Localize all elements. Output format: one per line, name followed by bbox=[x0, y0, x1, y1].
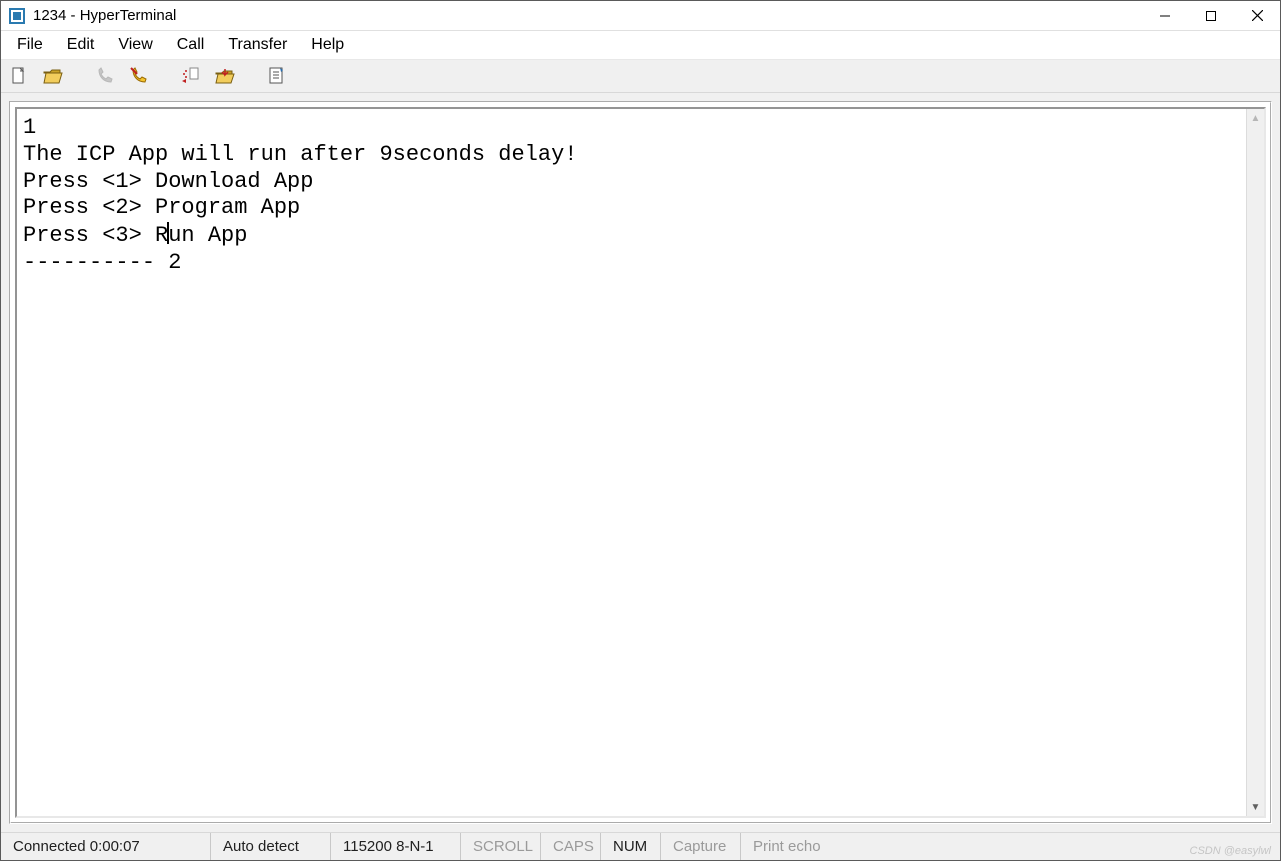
app-icon bbox=[9, 8, 25, 24]
properties-button[interactable] bbox=[265, 64, 289, 88]
status-connected: Connected 0:00:07 bbox=[1, 833, 211, 860]
minimize-button[interactable] bbox=[1142, 1, 1188, 31]
toolbar bbox=[1, 59, 1280, 93]
menu-help[interactable]: Help bbox=[299, 34, 356, 56]
folder-open-icon bbox=[43, 67, 63, 85]
status-print-echo: Print echo bbox=[741, 833, 833, 860]
close-button[interactable] bbox=[1234, 1, 1280, 31]
menubar: File Edit View Call Transfer Help bbox=[1, 31, 1280, 59]
watermark: CSDN @easylwl bbox=[1190, 845, 1271, 857]
scroll-down-arrow[interactable]: ▼ bbox=[1247, 798, 1264, 816]
workspace: 1 The ICP App will run after 9seconds de… bbox=[1, 93, 1280, 832]
disconnect-button[interactable] bbox=[127, 64, 151, 88]
properties-icon bbox=[268, 67, 286, 85]
menu-call[interactable]: Call bbox=[165, 34, 217, 56]
menu-edit[interactable]: Edit bbox=[55, 34, 107, 56]
phone-hangup-icon bbox=[129, 66, 149, 86]
menu-file[interactable]: File bbox=[5, 34, 55, 56]
statusbar: Connected 0:00:07 Auto detect 115200 8-N… bbox=[1, 832, 1280, 860]
new-button[interactable] bbox=[7, 64, 31, 88]
status-caps-lock: CAPS bbox=[541, 833, 601, 860]
send-file-icon bbox=[181, 67, 201, 85]
status-num-lock: NUM bbox=[601, 833, 661, 860]
terminal-output[interactable]: 1 The ICP App will run after 9seconds de… bbox=[17, 109, 1246, 816]
phone-icon bbox=[95, 67, 115, 85]
menu-view[interactable]: View bbox=[106, 34, 164, 56]
terminal-frame: 1 The ICP App will run after 9seconds de… bbox=[9, 101, 1272, 824]
send-button[interactable] bbox=[179, 64, 203, 88]
status-autodetect: Auto detect bbox=[211, 833, 331, 860]
status-capture: Capture bbox=[661, 833, 741, 860]
maximize-button[interactable] bbox=[1188, 1, 1234, 31]
status-scroll-lock: SCROLL bbox=[461, 833, 541, 860]
open-button[interactable] bbox=[41, 64, 65, 88]
scroll-up-arrow[interactable]: ▲ bbox=[1247, 109, 1264, 127]
status-port-settings: 115200 8-N-1 bbox=[331, 833, 461, 860]
window-title: 1234 - HyperTerminal bbox=[33, 7, 1142, 24]
window-controls bbox=[1142, 1, 1280, 31]
receive-button[interactable] bbox=[213, 64, 237, 88]
receive-file-icon bbox=[215, 67, 235, 85]
titlebar: 1234 - HyperTerminal bbox=[1, 1, 1280, 31]
menu-transfer[interactable]: Transfer bbox=[216, 34, 299, 56]
new-file-icon bbox=[10, 67, 28, 85]
connect-button[interactable] bbox=[93, 64, 117, 88]
vertical-scrollbar[interactable]: ▲ ▼ bbox=[1246, 109, 1264, 816]
